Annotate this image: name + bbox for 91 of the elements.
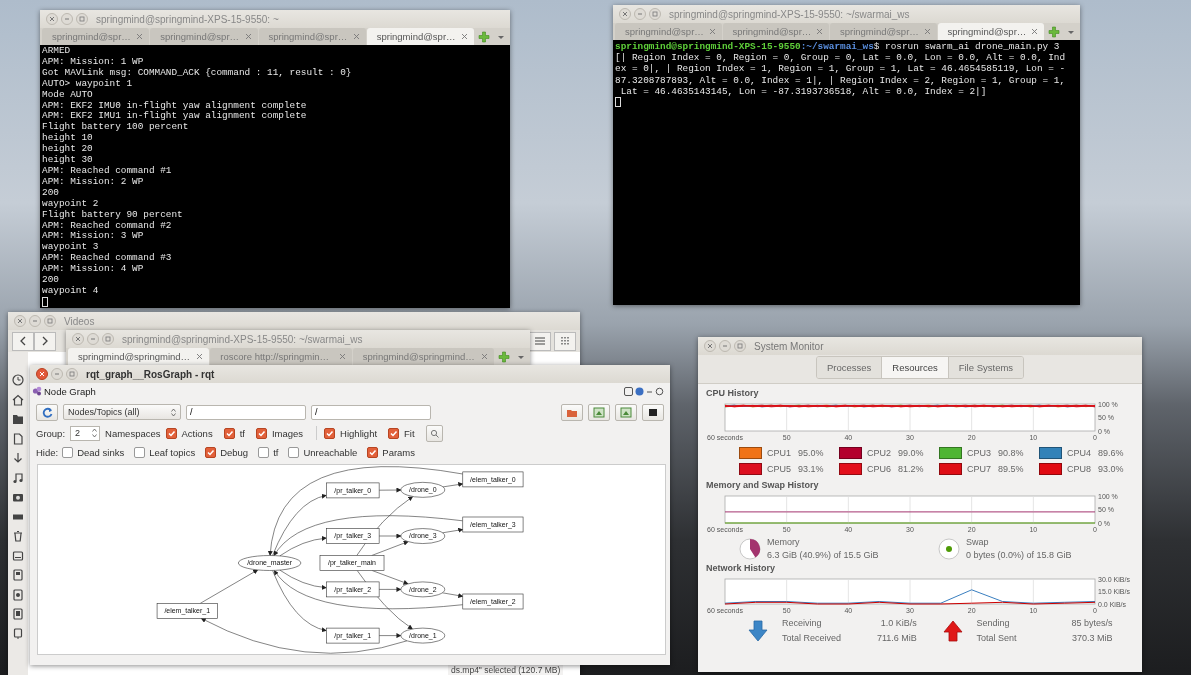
legend-value: 711.6 MiB <box>877 633 917 643</box>
terminal-line: APM: Mission: 3 WP <box>42 231 145 242</box>
legend-value: 93.0% <box>1098 464 1124 474</box>
terminal-line: Flight battery 90 percent <box>42 209 184 221</box>
checkbox-label: Dead sinks <box>77 446 125 458</box>
section-heading: CPU History <box>706 388 760 398</box>
terminal-line: height 20 <box>42 144 94 155</box>
legend-label: Sending <box>976 618 1011 628</box>
checkbox-label: Debug <box>220 446 249 458</box>
field-label: Group: <box>36 427 66 439</box>
topic-filter-field[interactable]: / <box>311 404 431 420</box>
legend-value: 99.0% <box>898 448 924 458</box>
checkbox-label: Fit <box>404 427 415 439</box>
filter-dropdown[interactable]: Nodes/Topics (all) <box>63 404 181 420</box>
terminal-line: Lat = 46.4635143145, Lon = -87.3193736518, Alt = 0.0, Index = 2|] <box>619 85 988 97</box>
terminal-line: APM: EKF2 IMU0 in-flight yaw alignment complete <box>42 100 308 111</box>
legend-label: CPU2 <box>867 448 891 458</box>
tab[interactable]: Processes <box>816 357 883 378</box>
tab[interactable]: Resources <box>882 357 949 378</box>
legend-value: 1.0 KiB/s <box>879 618 917 628</box>
legend-value: 81.2% <box>898 464 924 474</box>
legend-label: Total Sent <box>976 633 1018 643</box>
node-filter-field[interactable]: / <box>186 404 306 420</box>
legend-label: CPU8 <box>1067 464 1091 474</box>
tab[interactable]: File Systems <box>948 357 1024 378</box>
legend-value: 90.8% <box>998 448 1024 458</box>
legend-label: CPU5 <box>767 464 791 474</box>
legend-label: CPU4 <box>1067 448 1091 458</box>
terminal-line: AUTO> waypoint 1 <box>42 78 133 90</box>
terminal-line: APM: Mission: 2 WP <box>42 176 145 188</box>
window-title: springmind@springmind-XPS-15-9550: ~/swarmai_ws <box>122 333 363 345</box>
terminal-tab[interactable]: springmind@springmind… <box>68 348 210 365</box>
legend-label: Swap <box>966 537 990 547</box>
field-label: Hide: <box>36 446 59 458</box>
terminal-line: 200 <box>42 275 60 286</box>
legend-value: 0 bytes (0.0%) of 15.8 GiB <box>966 550 1072 560</box>
legend-label: CPU7 <box>967 464 991 474</box>
legend-label: Memory <box>767 537 801 547</box>
terminal-line: APM: Mission: 1 WP <box>42 56 145 68</box>
terminal-line: APM: Mission: 4 WP <box>42 264 145 276</box>
terminal-line: Flight battery 100 percent <box>42 122 190 133</box>
terminal-line: springmind@springmind-XPS-15-9550:~/swarmai_ws$ rosrun swarm_ai drone_main.py 3 <box>615 41 1061 53</box>
terminal-line: ARMED <box>42 46 72 57</box>
window-title: springmind@springmind-XPS-15-9550: ~/swarmai_ws <box>669 8 910 20</box>
terminal-line: height 30 <box>42 155 94 166</box>
legend-label: CPU1 <box>767 448 791 458</box>
legend-value: 89.6% <box>1098 448 1124 458</box>
checkbox-label: tf <box>239 427 245 439</box>
field-label: Namespaces <box>105 427 161 439</box>
legend-label: CPU3 <box>967 448 991 458</box>
section-heading: Memory and Swap History <box>706 480 820 490</box>
panel-title: Node Graph <box>44 385 96 397</box>
checkbox-label: Highlight <box>340 427 378 439</box>
terminal-line: waypoint 2 <box>42 198 100 210</box>
window-title: rqt_graph__RosGraph - rqt <box>86 368 215 380</box>
terminal-line: height 10 <box>42 133 94 144</box>
terminal-line: 87.3208787893, Alt = 0.0, Index = 1|, | Region Index = 2, Region = 1, Group = 1, <box>615 74 1067 86</box>
checkbox-label: Actions <box>181 427 213 439</box>
checkbox-label: Leaf topics <box>149 446 196 458</box>
terminal-line: ex = 0|, | Region Index = 1, Region = 1, Group = 1, Lat = 46.4654585119, Lon = - <box>615 63 1067 75</box>
group-spinbox[interactable]: 2 <box>70 425 101 441</box>
terminal-line: 200 <box>42 187 60 199</box>
terminal-line: APM: Reached command #2 <box>42 220 173 231</box>
checkbox-label: tf <box>273 446 279 458</box>
window-title: Videos <box>64 315 95 327</box>
window-title: System Monitor <box>754 340 824 352</box>
section-heading: Network History <box>706 563 777 573</box>
legend-label: Total Received <box>782 633 843 643</box>
window-title: springmind@springmind-XPS-15-9550: ~ <box>96 13 279 25</box>
terminal-line: APM: Reached command #3 <box>42 253 173 264</box>
status-text: ds.mp4" selected (120.7 MB) <box>448 665 564 675</box>
terminal-line: APM: EKF2 IMU1 in-flight yaw alignment complete <box>42 111 308 122</box>
checkbox-label: Images <box>271 427 304 439</box>
legend-value: 89.5% <box>998 464 1024 474</box>
legend-label: Receiving <box>782 618 823 628</box>
legend-value: 95.0% <box>798 448 824 458</box>
legend-value: 85 bytes/s <box>1071 618 1113 628</box>
checkbox-label: Unreachable <box>303 446 358 458</box>
terminal-tab[interactable]: springmind@spr… <box>937 23 1044 40</box>
legend-value: 93.1% <box>798 464 824 474</box>
terminal-line: waypoint 3 <box>42 242 100 253</box>
legend-value: 370.3 MiB <box>1071 633 1113 643</box>
terminal-tab[interactable]: springmind@spr… <box>366 28 474 45</box>
legend-label: CPU6 <box>867 464 891 474</box>
terminal-line: Mode AUTO <box>42 89 94 101</box>
terminal-line: APM: Reached command #1 <box>42 165 173 177</box>
terminal-line: [| Region Index = 0, Region = 0, Group = 0, Lat = 0.0, Lon = 0.0, Alt = 0.0, Ind <box>615 52 1067 64</box>
terminal-line: Got MAVLink msg: COMMAND_ACK {command : 11, result : 0} <box>42 67 353 79</box>
checkbox-label: Params <box>382 446 416 458</box>
terminal-line: waypoint 4 <box>42 285 100 297</box>
legend-value: 6.3 GiB (40.9%) of 15.5 GiB <box>767 550 879 560</box>
